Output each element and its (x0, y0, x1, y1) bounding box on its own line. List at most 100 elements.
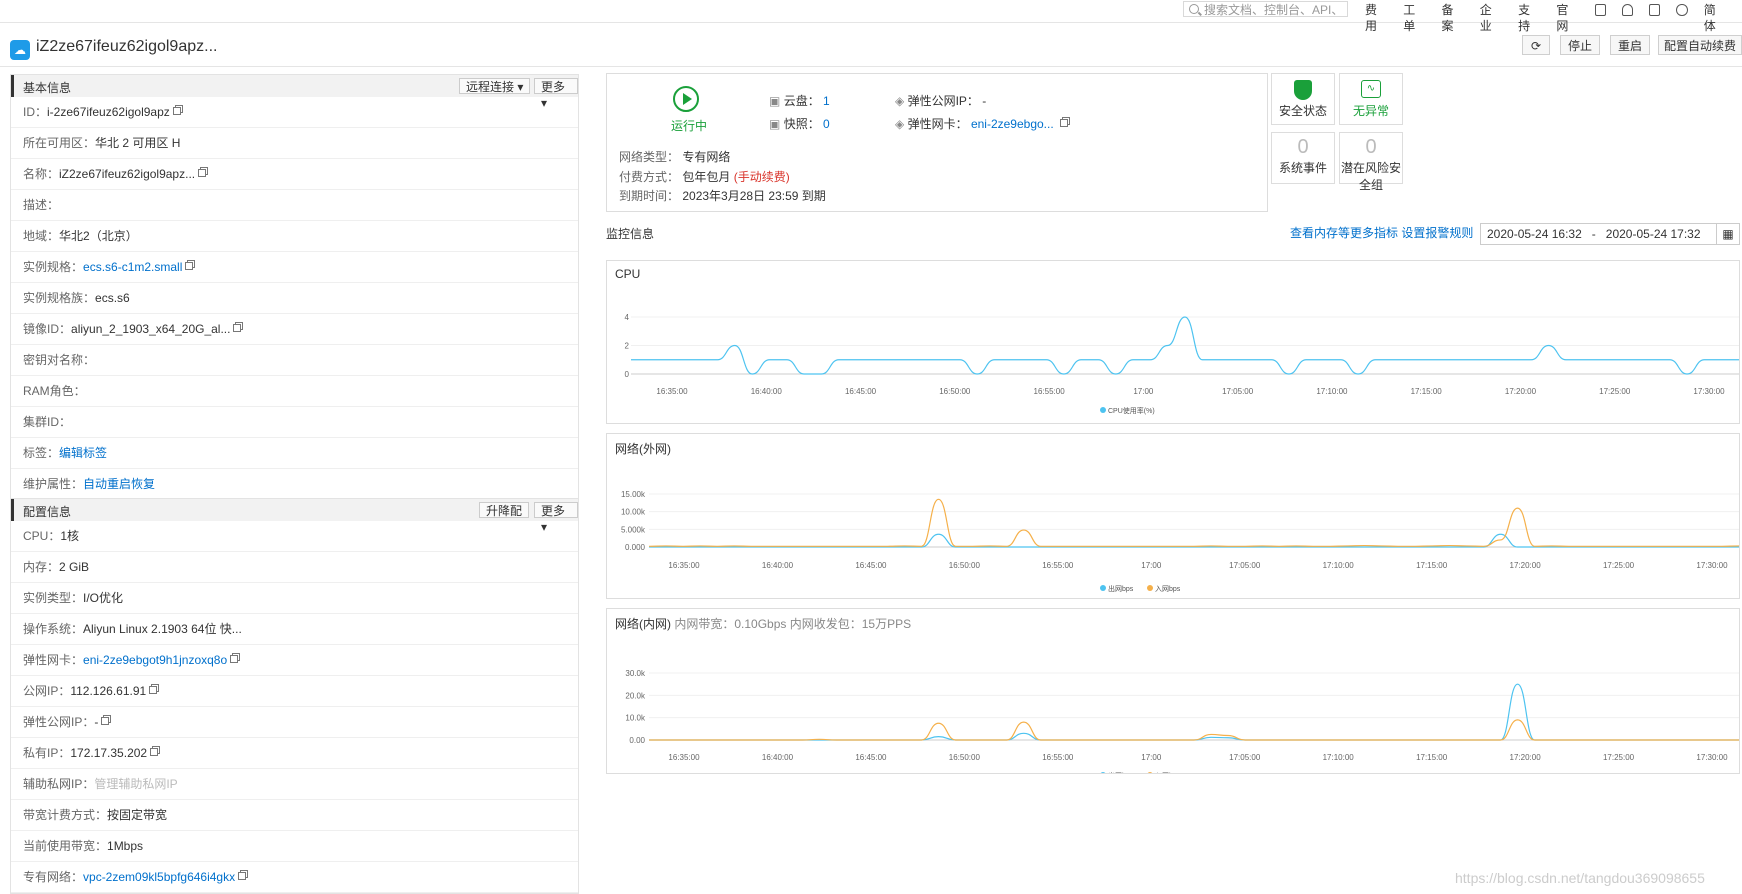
basic-info-row-label: 地域： (23, 229, 60, 243)
private-network-chart: 网络(内网) 内网带宽：0.10Gbps 内网收发包：15万PPS 0.00 10… (606, 608, 1740, 774)
copy-icon[interactable] (233, 324, 242, 332)
y-tick-label: 15.00k (621, 490, 646, 499)
cpu-chart-svg: 0 2 4 16:35:00 16:40:00 16:45:00 16:50:00 16:55… (625, 313, 1739, 415)
bell-icon[interactable] (1621, 4, 1634, 16)
y-tick-label: 5.000k (621, 525, 646, 534)
copy-icon[interactable] (198, 169, 207, 177)
basic-info-row-label: 所在可用区： (23, 136, 96, 150)
snapshot-count-link[interactable]: 0 (823, 117, 830, 131)
page-title: iZ2ze67ifeuz62igol9apz... (36, 38, 218, 55)
calendar-icon[interactable]: ▦ (1716, 224, 1739, 244)
config-info-row-value[interactable]: eni-2ze9ebgot9h1jnzoxq8o (83, 653, 227, 667)
y-tick-label: 30.0k (625, 669, 646, 678)
basic-info-row-value[interactable]: 自动重启恢复 (83, 477, 155, 491)
basic-info-row: 名称：iZ2ze67ifeuz62igol9apz... (11, 159, 578, 190)
config-info-row-value: 2 GiB (59, 560, 90, 574)
basic-info-row: 所在可用区：华北 2 可用区 H (11, 128, 578, 159)
restart-button[interactable]: 重启 (1610, 35, 1650, 55)
search-placeholder: 搜索文档、控制台、API、 (1204, 3, 1344, 17)
monitor-links: 查看内存等更多指标 设置报警规则 (1290, 224, 1473, 241)
more-metrics-link[interactable]: 查看内存等更多指标 (1290, 226, 1398, 240)
disk-count-link[interactable]: 1 (823, 94, 830, 108)
x-tick-label: 17:25:00 (1603, 753, 1635, 762)
risk-security-group-tile[interactable]: 0 潜在风险安 全组 (1339, 132, 1403, 192)
legend-marker (1100, 772, 1106, 773)
auto-renew-button[interactable]: 配置自动续费 (1658, 35, 1742, 55)
basic-info-panel: 基本信息 远程连接 ▾ 更多▾ ID：i-2ze67ifeuz62igol9ap… (10, 74, 579, 501)
nav-ticket[interactable]: 工单 (1403, 2, 1425, 33)
terminal-icon[interactable] (1594, 4, 1606, 16)
basic-info-row: 标签：编辑标签 (11, 438, 578, 469)
x-tick-label: 16:45:00 (855, 753, 887, 762)
config-info-row: 公网IP：112.126.61.91 (11, 676, 578, 707)
system-events-tile[interactable]: 0 系统事件 (1271, 132, 1335, 184)
copy-icon[interactable] (172, 107, 181, 115)
alarm-rules-link[interactable]: 设置报警规则 (1401, 226, 1473, 240)
stop-button[interactable]: 停止 (1560, 35, 1600, 55)
config-more-button[interactable]: 更多▾ (534, 502, 578, 534)
config-info-row-value[interactable]: 管理辅助私网IP (94, 777, 177, 791)
copy-icon[interactable] (185, 262, 194, 270)
upgrade-button[interactable]: 升降配 (479, 502, 530, 518)
copy-icon[interactable] (230, 655, 239, 663)
eip-info: ◈ 弹性公网IP： - (895, 94, 987, 108)
nav-fee[interactable]: 费用 (1365, 2, 1387, 33)
x-tick-label: 17:30:00 (1693, 387, 1725, 396)
x-tick-label: 17:05:00 (1229, 561, 1261, 570)
config-info-row-value: 172.17.35.202 (70, 746, 148, 760)
legend-label: 出网bps (1108, 771, 1134, 773)
manual-renew-link[interactable]: (手动续费) (734, 170, 790, 184)
config-info-row-value[interactable]: vpc-2zem09kl5bpfg646i4gkx (83, 870, 235, 884)
x-tick-label: 16:35:00 (656, 387, 688, 396)
copy-icon[interactable] (150, 748, 159, 756)
x-tick-label: 17:15:00 (1416, 753, 1448, 762)
config-info-row-label: 操作系统： (23, 622, 84, 636)
basic-more-button[interactable]: 更多▾ (534, 78, 578, 110)
config-info-row: 弹性网卡：eni-2ze9ebgot9h1jnzoxq8o (11, 645, 578, 676)
security-status-tile[interactable]: 安全状态 (1271, 73, 1335, 125)
basic-info-row-value[interactable]: 编辑标签 (59, 446, 107, 460)
nav-record[interactable]: 备案 (1442, 2, 1464, 33)
config-info-row: 带宽计费方式：按固定带宽 (11, 800, 578, 831)
nav-enterprise[interactable]: 企业 (1480, 2, 1502, 33)
copy-icon[interactable] (238, 872, 247, 880)
config-info-row-label: 内存： (23, 560, 60, 574)
lang-switch[interactable]: 简体 (1704, 2, 1726, 33)
remote-connect-button[interactable]: 远程连接 ▾ (459, 78, 531, 94)
config-info-row-label: 辅助私网IP： (23, 777, 95, 791)
basic-info-row: 实例规格族：ecs.s6 (11, 283, 578, 314)
search-input[interactable]: 搜索文档、控制台、API、 (1183, 1, 1348, 17)
basic-info-row: 集群ID： (11, 407, 578, 438)
basic-info-row-value: iZ2ze67ifeuz62igol9apz... (59, 167, 196, 181)
heartbeat-icon: ∿ (1361, 80, 1381, 98)
x-tick-label: 16:55:00 (1034, 387, 1066, 396)
x-tick-label: 17:10:00 (1323, 753, 1355, 762)
config-info-row-label: 带宽计费方式： (23, 808, 108, 822)
eni-icon: ◈ (895, 117, 905, 131)
config-info-row: 实例类型：I/O优化 (11, 583, 578, 614)
date-range-picker[interactable]: 2020-05-24 16:32 - 2020-05-24 17:32 ▦ (1480, 223, 1740, 245)
basic-info-row-label: 镜像ID： (23, 322, 72, 336)
basic-info-row-value[interactable]: ecs.s6-c1m2.small (83, 260, 182, 274)
legend-marker (1147, 585, 1153, 591)
no-anomaly-tile[interactable]: ∿ 无异常 (1339, 73, 1403, 125)
copy-icon[interactable] (1060, 119, 1069, 127)
config-info-panel: 配置信息 升降配 更多▾ CPU：1核 内存：2 GiB 实例类型：I/O优化 操作系… (10, 498, 579, 894)
x-tick-label: 16:35:00 (668, 753, 700, 762)
copy-icon[interactable] (149, 686, 158, 694)
eni-link[interactable]: eni-2ze9ebgo... (971, 117, 1054, 131)
copy-icon[interactable] (101, 717, 110, 725)
refresh-button[interactable]: ⟳ (1522, 35, 1550, 55)
nav-support[interactable]: 支持 (1518, 2, 1540, 33)
x-tick-label: 17:20:00 (1510, 753, 1542, 762)
cart-icon[interactable] (1649, 4, 1661, 16)
running-icon (673, 86, 699, 112)
config-info-row-value: 112.126.61.91 (70, 684, 147, 698)
running-status: 运行中 (671, 119, 708, 133)
basic-info-row-label: 标签： (23, 446, 60, 460)
config-info-row-value: I/O优化 (83, 591, 124, 605)
legend-label: 入网bps (1155, 585, 1181, 593)
nav-website[interactable]: 官网 (1556, 2, 1578, 33)
help-icon[interactable] (1676, 4, 1688, 16)
y-tick-label: 20.0k (625, 691, 646, 700)
